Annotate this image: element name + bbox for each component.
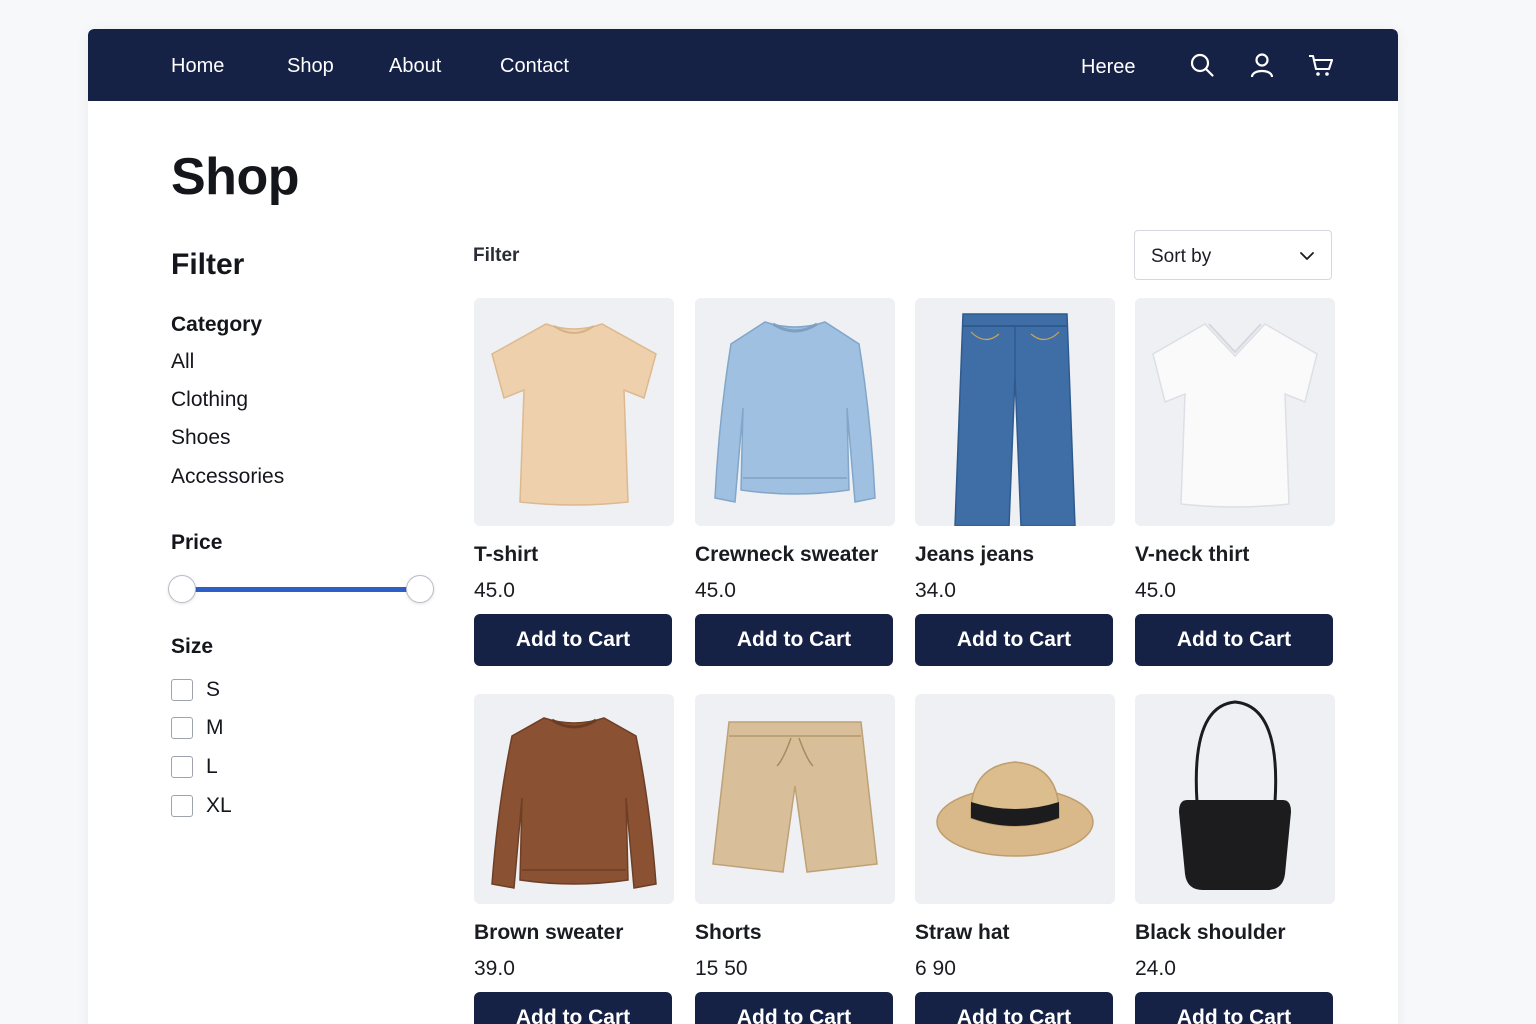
size-option-l[interactable]: L bbox=[171, 754, 218, 780]
product-price: 39.0 bbox=[474, 957, 515, 980]
add-to-cart-button[interactable]: Add to Cart bbox=[695, 614, 893, 666]
shop-window: Home Shop About Contact Heree Shop Filte… bbox=[88, 29, 1398, 1024]
chevron-down-icon bbox=[1300, 252, 1314, 260]
shorts-image[interactable] bbox=[695, 694, 895, 904]
size-option-label: L bbox=[206, 755, 218, 778]
product-card[interactable]: T-shirt 45.0 Add to Cart bbox=[474, 298, 674, 666]
product-name[interactable]: Shorts bbox=[695, 920, 895, 946]
sidebar-heading: Filter bbox=[171, 248, 245, 281]
product-card[interactable]: Shorts 15 50 Add to Cart bbox=[695, 694, 895, 1024]
price-slider-track bbox=[182, 587, 420, 592]
product-name[interactable]: Jeans jeans bbox=[915, 542, 1115, 568]
product-card[interactable]: Jeans jeans 34.0 Add to Cart bbox=[915, 298, 1115, 666]
product-price: 24.0 bbox=[1135, 957, 1176, 980]
add-to-cart-button[interactable]: Add to Cart bbox=[1135, 614, 1333, 666]
add-to-cart-button[interactable]: Add to Cart bbox=[1135, 992, 1333, 1024]
product-price: 6 90 bbox=[915, 957, 956, 980]
product-price: 45.0 bbox=[1135, 579, 1176, 602]
cart-icon[interactable] bbox=[1308, 52, 1334, 78]
product-card[interactable]: Brown sweater 39.0 Add to Cart bbox=[474, 694, 674, 1024]
nav-link-contact[interactable]: Contact bbox=[500, 53, 569, 79]
category-clothing[interactable]: Clothing bbox=[171, 387, 248, 413]
add-to-cart-button[interactable]: Add to Cart bbox=[915, 992, 1113, 1024]
product-name[interactable]: Straw hat bbox=[915, 920, 1115, 946]
category-label: Category bbox=[171, 313, 263, 336]
size-option-label: M bbox=[206, 716, 224, 739]
nav-right-text[interactable]: Heree bbox=[1081, 54, 1135, 80]
user-icon[interactable] bbox=[1249, 52, 1275, 78]
add-to-cart-button[interactable]: Add to Cart bbox=[915, 614, 1113, 666]
size-option-xl[interactable]: XL bbox=[171, 793, 232, 819]
price-slider-min-handle[interactable] bbox=[168, 575, 196, 603]
product-card[interactable]: Crewneck sweater 45.0 Add to Cart bbox=[695, 298, 895, 666]
sweater-image[interactable] bbox=[695, 298, 895, 526]
price-label: Price bbox=[171, 531, 223, 554]
sort-dropdown-label: Sort by bbox=[1151, 246, 1212, 267]
size-option-m[interactable]: M bbox=[171, 715, 224, 741]
size-checkbox[interactable] bbox=[171, 756, 193, 778]
sort-dropdown[interactable]: Sort by bbox=[1134, 230, 1332, 280]
product-price: 15 50 bbox=[695, 957, 748, 980]
bag-image[interactable] bbox=[1135, 694, 1335, 904]
product-name[interactable]: Black shoulder bbox=[1135, 920, 1335, 946]
product-name[interactable]: Crewneck sweater bbox=[695, 542, 895, 568]
tshirt-image[interactable] bbox=[474, 298, 674, 526]
product-card[interactable]: Straw hat 6 90 Add to Cart bbox=[915, 694, 1115, 1024]
product-name[interactable]: T-shirt bbox=[474, 542, 674, 568]
product-price: 45.0 bbox=[474, 579, 515, 602]
size-checkbox[interactable] bbox=[171, 717, 193, 739]
toolbar-filter-label[interactable]: Filter bbox=[473, 244, 519, 268]
price-slider[interactable] bbox=[168, 573, 434, 605]
category-shoes[interactable]: Shoes bbox=[171, 425, 231, 451]
jeans-image[interactable] bbox=[915, 298, 1115, 526]
category-all[interactable]: All bbox=[171, 349, 194, 375]
size-option-label: XL bbox=[206, 794, 232, 817]
category-accessories[interactable]: Accessories bbox=[171, 464, 284, 490]
price-slider-max-handle[interactable] bbox=[406, 575, 434, 603]
straw-hat-image[interactable] bbox=[915, 694, 1115, 904]
product-price: 45.0 bbox=[695, 579, 736, 602]
size-option-s[interactable]: S bbox=[171, 677, 220, 703]
top-navbar: Home Shop About Contact Heree bbox=[88, 29, 1398, 101]
add-to-cart-button[interactable]: Add to Cart bbox=[474, 614, 672, 666]
page-title: Shop bbox=[171, 148, 299, 206]
product-card[interactable]: Black shoulder 24.0 Add to Cart bbox=[1135, 694, 1335, 1024]
vneck-image[interactable] bbox=[1135, 298, 1335, 526]
product-price: 34.0 bbox=[915, 579, 956, 602]
product-name[interactable]: Brown sweater bbox=[474, 920, 674, 946]
size-option-label: S bbox=[206, 678, 221, 701]
product-name[interactable]: V-neck thirt bbox=[1135, 542, 1335, 568]
nav-link-about[interactable]: About bbox=[389, 53, 441, 79]
size-label: Size bbox=[171, 635, 214, 658]
add-to-cart-button[interactable]: Add to Cart bbox=[695, 992, 893, 1024]
add-to-cart-button[interactable]: Add to Cart bbox=[474, 992, 672, 1024]
nav-link-shop[interactable]: Shop bbox=[287, 53, 334, 79]
size-checkbox[interactable] bbox=[171, 679, 193, 701]
size-checkbox[interactable] bbox=[171, 795, 193, 817]
product-card[interactable]: V-neck thirt 45.0 Add to Cart bbox=[1135, 298, 1335, 666]
nav-link-home[interactable]: Home bbox=[171, 53, 224, 79]
brown-sweater-image[interactable] bbox=[474, 694, 674, 904]
search-icon[interactable] bbox=[1189, 52, 1215, 78]
